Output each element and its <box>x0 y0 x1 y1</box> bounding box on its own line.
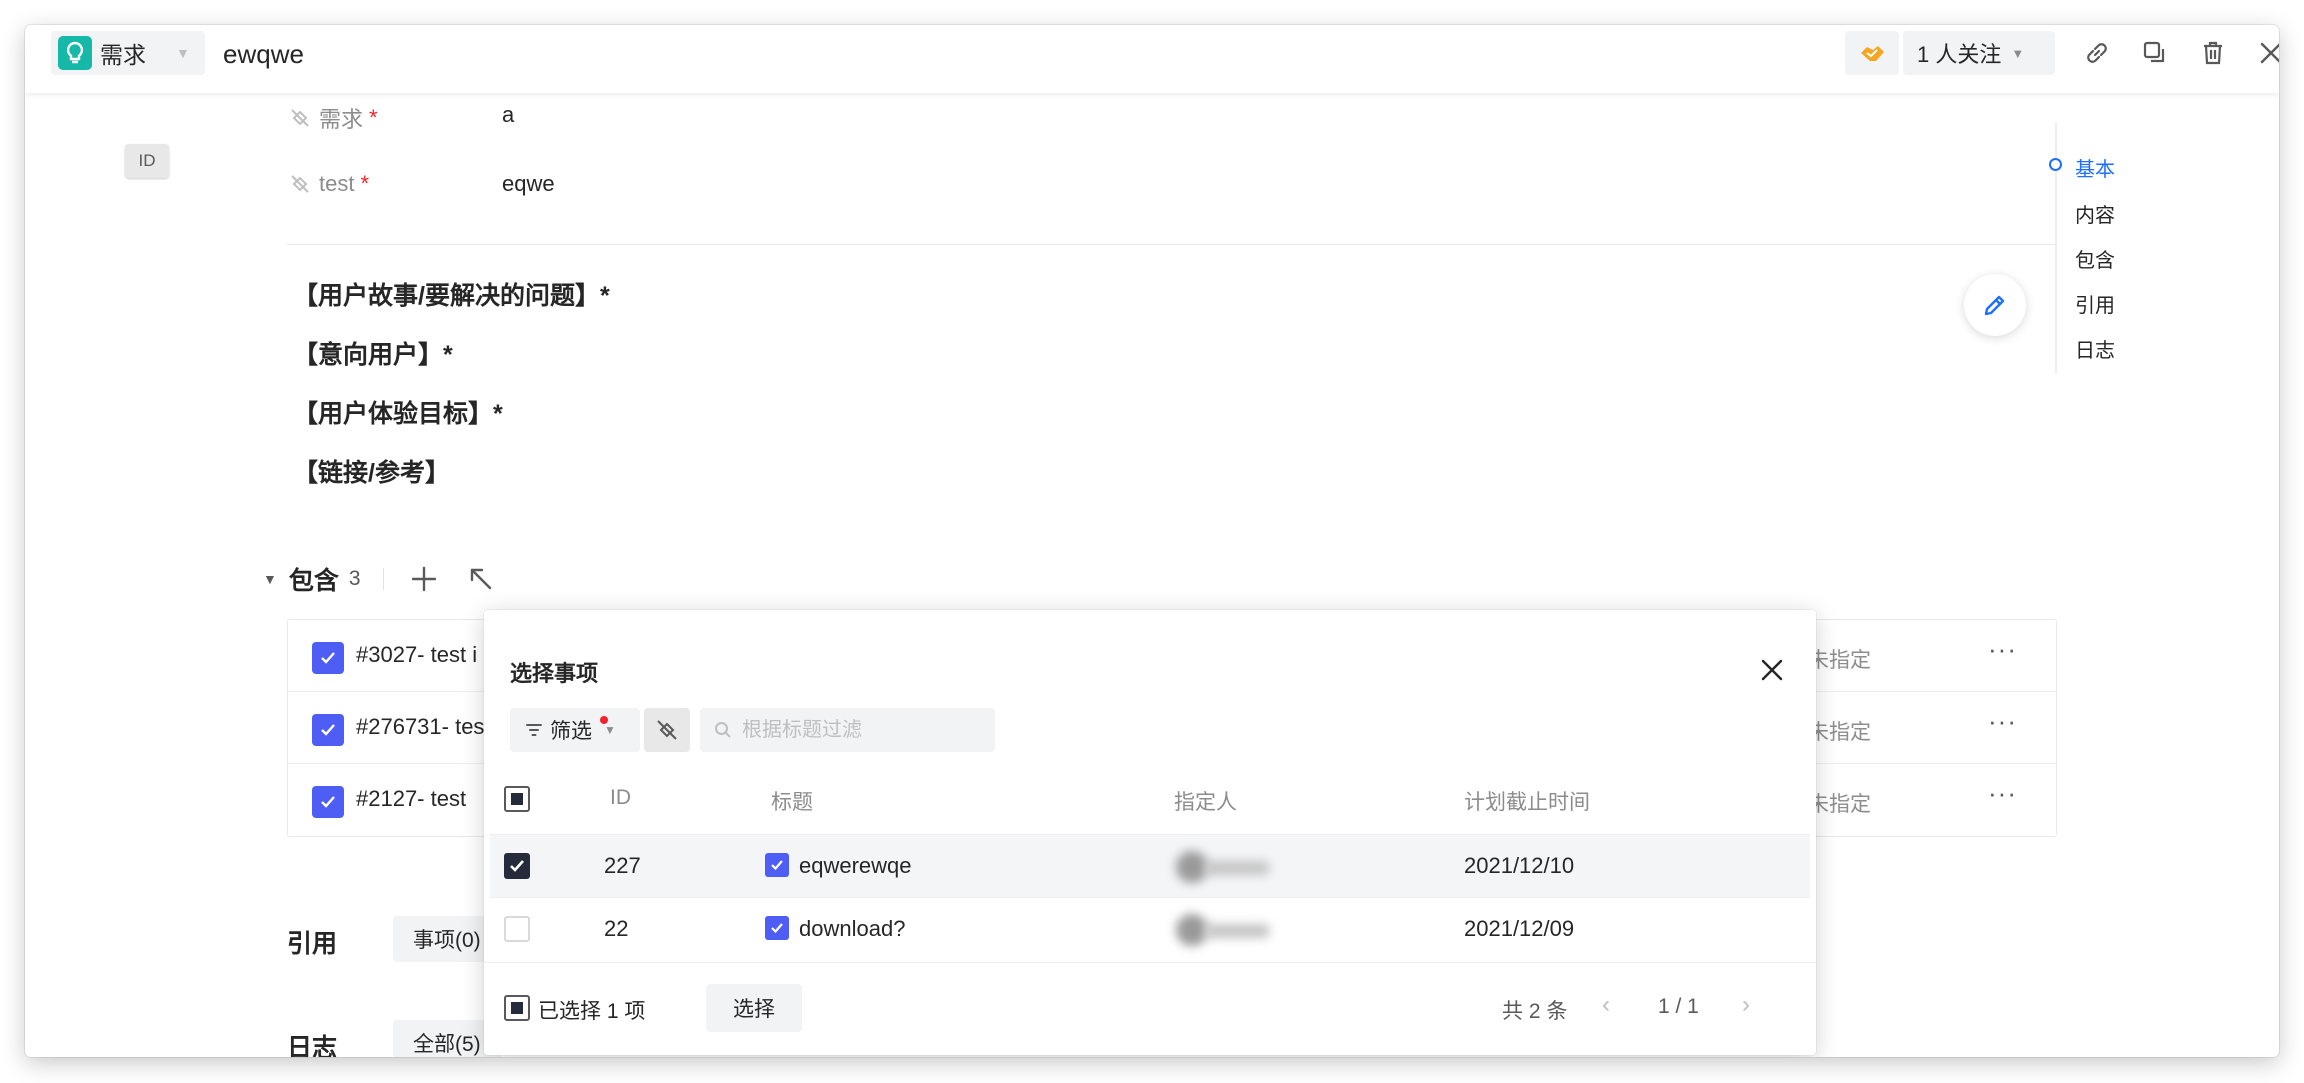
contains-section-header: ▼ 包含 3 <box>263 561 494 597</box>
divider <box>382 568 384 590</box>
filter-active-dot <box>600 716 608 724</box>
popup-title: 选择事项 <box>510 661 599 686</box>
id-chip[interactable]: ID <box>125 144 169 178</box>
task-type-icon <box>765 916 789 940</box>
contains-label: 包含 <box>288 567 339 595</box>
close-icon[interactable] <box>2252 34 2279 72</box>
footer-select-checkbox[interactable] <box>504 995 530 1021</box>
list-item-title[interactable]: #2127- test <box>356 786 466 812</box>
nav-item-log[interactable]: 日志 <box>2075 334 2115 363</box>
divider <box>287 244 2057 245</box>
section-nav: 基本 内容 包含 引用 日志 <box>2049 123 2175 373</box>
copy-icon[interactable] <box>2136 34 2174 72</box>
item-type-label: 需求 <box>100 42 146 68</box>
task-type-icon <box>312 642 344 674</box>
item-title[interactable]: ewqwe <box>223 39 304 70</box>
row-id: 227 <box>604 853 641 878</box>
field-label-text: 需求 <box>319 107 364 132</box>
page-indicator: 1 / 1 <box>1658 995 1699 1018</box>
table-row[interactable]: 22 download? 2021/12/09 <box>490 897 1810 960</box>
required-mark: * <box>369 105 378 130</box>
popup-footer: 已选择 1 项 选择 共 2 条 ‹ 1 / 1 › <box>484 962 1816 1055</box>
select-items-popup: 选择事项 筛选 ▼ ID 标题 指定人 计划截止时间 227 <box>484 610 1816 1055</box>
column-header-title: 标题 <box>771 791 813 814</box>
avatar <box>1170 906 1280 952</box>
link-icon[interactable] <box>2078 34 2116 72</box>
nav-item-contains[interactable]: 包含 <box>2075 244 2115 273</box>
content-line: 【意向用户】* <box>293 341 453 369</box>
field-label-test: test * <box>289 171 369 197</box>
row-due-date: 2021/12/10 <box>1464 853 1575 878</box>
select-all-checkbox[interactable] <box>504 786 530 812</box>
row-checkbox[interactable] <box>504 853 530 879</box>
nav-item-references[interactable]: 引用 <box>2075 289 2115 318</box>
filter-button[interactable]: 筛选 ▼ <box>510 708 640 752</box>
avatar <box>1170 843 1280 889</box>
required-mark: * <box>360 171 370 196</box>
list-item-title[interactable]: #276731- tes <box>356 714 484 740</box>
select-button[interactable]: 选择 <box>706 984 802 1032</box>
link-existing-arrow-icon[interactable] <box>468 566 494 592</box>
chevron-down-icon: ▼ <box>604 723 616 737</box>
references-label: 引用 <box>287 930 338 958</box>
nav-item-content[interactable]: 内容 <box>2075 199 2115 228</box>
title-filter-search[interactable] <box>700 708 995 752</box>
collapse-caret-icon[interactable]: ▼ <box>263 571 277 587</box>
detail-header: 需求 ▼ ewqwe 1 人关注 ▼ <box>25 25 2279 93</box>
edit-content-button[interactable] <box>1964 274 2026 336</box>
follow-label: 1 人关注 <box>1917 42 2002 67</box>
contains-count: 3 <box>348 567 361 590</box>
chevron-down-icon: ▼ <box>2011 45 2025 61</box>
more-icon[interactable]: ··· <box>1988 634 2017 665</box>
task-type-icon <box>765 853 789 877</box>
log-label: 日志 <box>287 1034 338 1057</box>
lightbulb-icon <box>58 36 92 70</box>
nav-item-basic[interactable]: 基本 <box>2075 153 2115 182</box>
column-header-due-date: 计划截止时间 <box>1464 791 1590 814</box>
column-header-id: ID <box>610 786 631 809</box>
row-due-date: 2021/12/09 <box>1464 916 1575 941</box>
active-indicator-icon <box>2049 158 2062 171</box>
field-label-text: test <box>319 171 355 196</box>
field-value-test[interactable]: eqwe <box>502 171 555 197</box>
table-row[interactable]: 227 eqwerewqe 2021/12/10 <box>490 834 1810 897</box>
content-line: 【用户故事/要解决的问题】* <box>293 282 610 310</box>
total-count: 共 2 条 <box>1502 1000 1568 1023</box>
chevron-down-icon: ▼ <box>176 45 190 61</box>
content-line: 【链接/参考】 <box>293 459 450 487</box>
row-checkbox[interactable] <box>504 916 530 942</box>
more-icon[interactable]: ··· <box>1988 706 2017 737</box>
detail-window: 需求 ▼ ewqwe 1 人关注 ▼ ID 需求 * a test * eqwe… <box>25 25 2279 1057</box>
list-item-title[interactable]: #3027- test i <box>356 642 477 668</box>
list-item-assignee[interactable]: 未指定 <box>1808 716 1871 746</box>
task-type-icon <box>312 714 344 746</box>
trash-icon[interactable] <box>2194 34 2232 72</box>
row-id: 22 <box>604 916 629 941</box>
clear-filter-icon[interactable] <box>644 708 690 752</box>
task-type-icon <box>312 786 344 818</box>
content-line: 【用户体验目标】* <box>293 400 503 428</box>
item-type-selector[interactable]: 需求 ▼ <box>51 31 205 75</box>
chevron-left-icon[interactable]: ‹ <box>1602 991 1610 1019</box>
chevron-right-icon[interactable]: › <box>1742 991 1750 1019</box>
close-icon[interactable] <box>1756 654 1788 686</box>
field-label-requirement: 需求 * <box>289 102 378 134</box>
follow-dropdown[interactable]: 1 人关注 ▼ <box>1903 31 2055 75</box>
column-header-assignee: 指定人 <box>1174 791 1237 814</box>
follow-hand-icon[interactable] <box>1845 31 1899 75</box>
list-item-assignee[interactable]: 未指定 <box>1808 788 1871 818</box>
row-title[interactable]: eqwerewqe <box>799 853 912 879</box>
search-icon <box>715 722 731 738</box>
filter-icon <box>526 724 542 736</box>
add-icon[interactable] <box>410 565 438 593</box>
more-icon[interactable]: ··· <box>1988 778 2017 809</box>
filter-label: 筛选 <box>550 720 592 743</box>
selected-count: 已选择 1 项 <box>538 1000 646 1023</box>
row-title[interactable]: download? <box>799 916 905 942</box>
list-item-assignee[interactable]: 未指定 <box>1808 644 1871 674</box>
search-input[interactable] <box>742 718 982 742</box>
field-value-requirement[interactable]: a <box>502 102 514 128</box>
